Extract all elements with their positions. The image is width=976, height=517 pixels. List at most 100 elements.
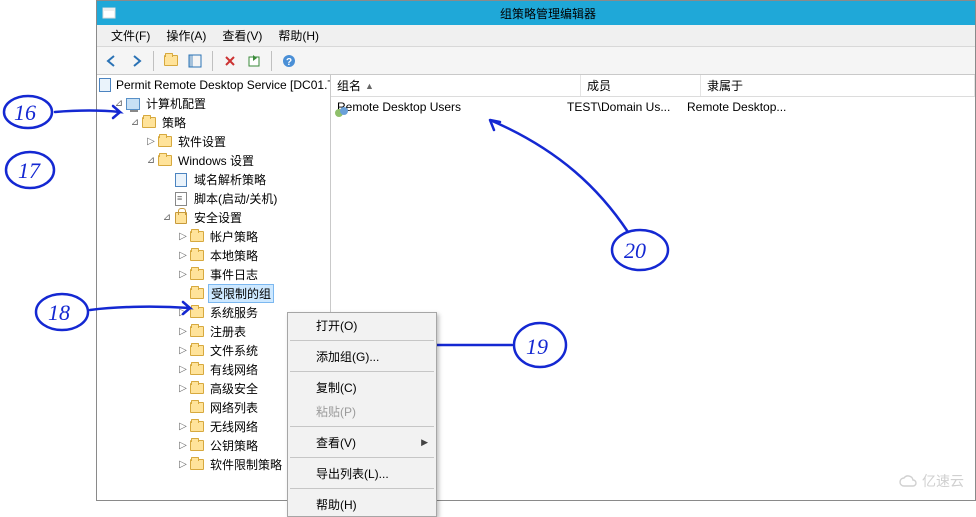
twisty-open-icon[interactable]: ⊿ <box>113 98 125 109</box>
menu-help[interactable]: 帮助(H) <box>270 25 327 46</box>
col-group-name-label: 组名 <box>337 77 361 94</box>
toolbar: ? <box>97 47 975 75</box>
twisty-closed-icon[interactable]: ▷ <box>177 231 189 242</box>
cm-open[interactable]: 打开(O) <box>288 313 436 337</box>
tree-scripts[interactable]: 脚本(启动/关机) <box>97 189 330 208</box>
folder-icon <box>141 115 157 131</box>
col-group-name[interactable]: 组名 ▲ <box>331 75 581 96</box>
cm-separator <box>290 426 434 427</box>
tree-root[interactable]: Permit Remote Desktop Service [DC01.TES … <box>97 75 330 94</box>
folder-icon <box>157 153 173 169</box>
annot-17: 17 <box>18 158 41 183</box>
folder-icon <box>157 134 173 150</box>
app-icon <box>97 6 121 20</box>
context-menu: 打开(O) 添加组(G)... 复制(C) 粘贴(P) 查看(V) 导出列表(L… <box>287 312 437 517</box>
twisty-closed-icon[interactable]: ▷ <box>177 421 189 432</box>
cm-add-group[interactable]: 添加组(G)... <box>288 344 436 368</box>
window-title: 组策略管理编辑器 <box>121 5 975 22</box>
folder-icon <box>189 438 205 454</box>
tree-computer-config[interactable]: ⊿计算机配置 <box>97 94 330 113</box>
script-icon <box>173 191 189 207</box>
cm-separator <box>290 488 434 489</box>
menubar: 文件(F) 操作(A) 查看(V) 帮助(H) <box>97 25 975 47</box>
tree-local-policies[interactable]: ▷本地策略 <box>97 246 330 265</box>
toolbar-separator <box>153 51 154 71</box>
folder-icon <box>189 248 205 264</box>
toolbar-separator <box>271 51 272 71</box>
cm-view[interactable]: 查看(V) <box>288 430 436 454</box>
delete-button[interactable] <box>219 50 241 72</box>
back-button[interactable] <box>101 50 123 72</box>
twisty-open-icon[interactable]: ⊿ <box>145 155 157 166</box>
tree-software-settings[interactable]: ▷软件设置 <box>97 132 330 151</box>
twisty-closed-icon[interactable]: ▷ <box>177 440 189 451</box>
cm-separator <box>290 340 434 341</box>
export-button[interactable] <box>243 50 265 72</box>
cell-members: TEST\Domain Us... <box>565 100 685 114</box>
twisty-closed-icon[interactable]: ▷ <box>177 326 189 337</box>
content-area: Permit Remote Desktop Service [DC01.TES … <box>97 75 975 500</box>
menu-view[interactable]: 查看(V) <box>214 25 270 46</box>
computer-icon <box>125 96 141 112</box>
col-member-of-label: 隶属于 <box>707 77 743 94</box>
cm-separator <box>290 457 434 458</box>
twisty-closed-icon[interactable]: ▷ <box>177 307 189 318</box>
twisty-closed-icon[interactable]: ▷ <box>177 364 189 375</box>
up-folder-icon <box>164 55 178 66</box>
folder-icon <box>189 305 205 321</box>
tree-root-label: Permit Remote Desktop Service [DC01.TES <box>114 78 331 92</box>
list-row[interactable]: Remote Desktop Users TEST\Domain Us... R… <box>331 97 975 117</box>
up-folder-button[interactable] <box>160 50 182 72</box>
show-hide-tree-button[interactable] <box>184 50 206 72</box>
folder-icon <box>189 267 205 283</box>
policy-doc-icon <box>99 77 111 93</box>
twisty-open-icon[interactable]: ⊿ <box>161 212 173 223</box>
cloud-icon <box>898 474 918 488</box>
folder-icon <box>189 381 205 397</box>
sort-asc-icon: ▲ <box>365 81 374 91</box>
cell-member-of: Remote Desktop... <box>685 100 975 114</box>
cm-paste: 粘贴(P) <box>288 399 436 423</box>
svg-text:?: ? <box>286 57 292 68</box>
list-header: 组名 ▲ 成员 隶属于 <box>331 75 975 97</box>
folder-icon <box>189 419 205 435</box>
folder-icon <box>189 286 205 302</box>
folder-icon <box>189 324 205 340</box>
tree-name-resolution-policy[interactable]: 域名解析策略 <box>97 170 330 189</box>
watermark: 亿速云 <box>898 471 964 491</box>
twisty-open-icon[interactable]: ⊿ <box>129 117 141 128</box>
cm-help[interactable]: 帮助(H) <box>288 492 436 516</box>
twisty-closed-icon[interactable]: ▷ <box>177 345 189 356</box>
twisty-closed-icon[interactable]: ▷ <box>145 136 157 147</box>
tree-account-policies[interactable]: ▷帐户策略 <box>97 227 330 246</box>
twisty-closed-icon[interactable]: ▷ <box>177 250 189 261</box>
tree-windows-settings[interactable]: ⊿Windows 设置 <box>97 151 330 170</box>
forward-button[interactable] <box>125 50 147 72</box>
toolbar-separator <box>212 51 213 71</box>
col-members[interactable]: 成员 <box>581 75 701 96</box>
folder-icon <box>189 229 205 245</box>
twisty-closed-icon[interactable]: ▷ <box>177 459 189 470</box>
cm-export-list[interactable]: 导出列表(L)... <box>288 461 436 485</box>
twisty-closed-icon[interactable]: ▷ <box>177 269 189 280</box>
cm-copy[interactable]: 复制(C) <box>288 375 436 399</box>
help-button[interactable]: ? <box>278 50 300 72</box>
cm-separator <box>290 371 434 372</box>
twisty-closed-icon[interactable]: ▷ <box>177 383 189 394</box>
gpme-window: 组策略管理编辑器 文件(F) 操作(A) 查看(V) 帮助(H) ? Permi… <box>96 0 976 501</box>
cell-group-name: Remote Desktop Users <box>335 100 565 114</box>
menu-action[interactable]: 操作(A) <box>158 25 214 46</box>
titlebar: 组策略管理编辑器 <box>97 1 975 25</box>
folder-icon <box>189 457 205 473</box>
menu-file[interactable]: 文件(F) <box>103 25 158 46</box>
doc-icon <box>173 172 189 188</box>
tree-event-log[interactable]: ▷事件日志 <box>97 265 330 284</box>
folder-icon <box>189 343 205 359</box>
tree-restricted-groups[interactable]: 受限制的组 <box>97 284 330 303</box>
lock-icon <box>173 210 189 226</box>
watermark-text: 亿速云 <box>922 471 964 491</box>
tree-security-settings[interactable]: ⊿安全设置 <box>97 208 330 227</box>
tree-policies[interactable]: ⊿策略 <box>97 113 330 132</box>
col-members-label: 成员 <box>587 77 611 94</box>
col-member-of[interactable]: 隶属于 <box>701 75 975 96</box>
